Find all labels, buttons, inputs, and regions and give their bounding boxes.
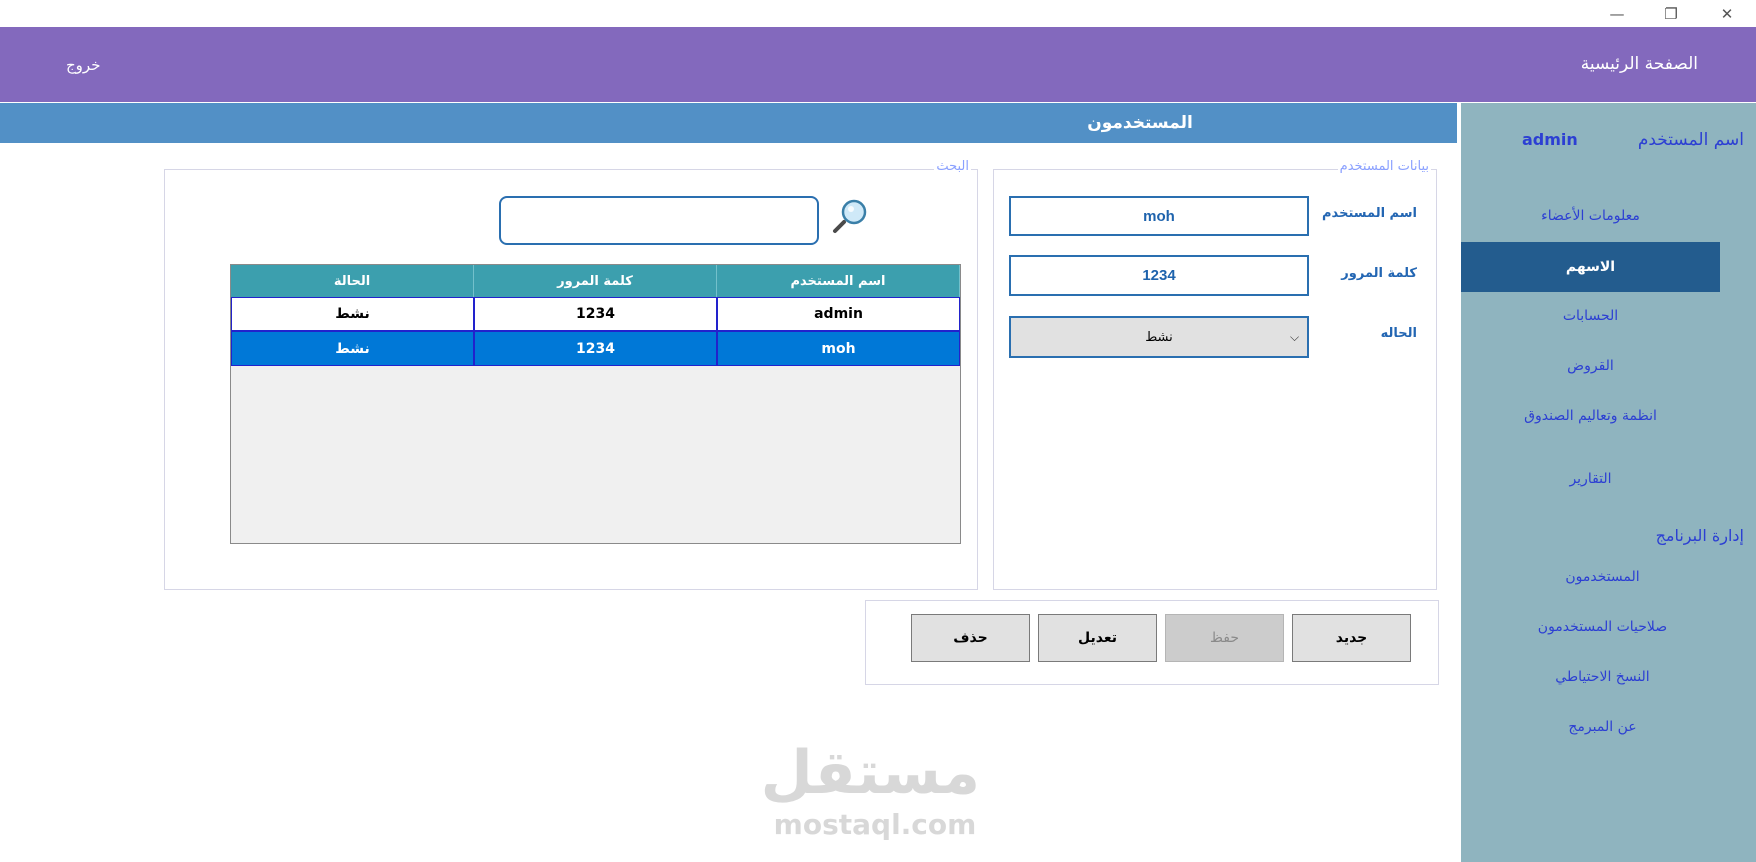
users-grid: اسم المستخدم كلمة المرور الحالة admin 12…: [230, 264, 961, 544]
table-row[interactable]: admin 1234 نشط: [231, 297, 960, 331]
sidebar-user-label: اسم المستخدم: [1637, 130, 1744, 150]
status-select[interactable]: نشط: [1009, 316, 1309, 358]
status-select-value: نشط: [1145, 329, 1173, 345]
sidebar-item-reports[interactable]: التقارير: [1461, 471, 1720, 487]
edit-button[interactable]: تعديل: [1038, 614, 1157, 662]
grid-header-status[interactable]: الحالة: [231, 265, 474, 297]
search-group-label: البحث: [934, 159, 971, 174]
grid-header-password[interactable]: كلمة المرور: [474, 265, 717, 297]
grid-header-username[interactable]: اسم المستخدم: [717, 265, 960, 297]
home-link[interactable]: الصفحة الرئيسية: [1581, 54, 1698, 74]
search-icon[interactable]: [832, 198, 870, 234]
delete-button[interactable]: حذف: [911, 614, 1030, 662]
password-input[interactable]: [1009, 255, 1309, 296]
table-row-selected[interactable]: moh 1234 نشط: [231, 331, 960, 366]
grid-cell-username[interactable]: moh: [717, 331, 960, 366]
grid-cell-status[interactable]: نشط: [231, 297, 474, 331]
window-titlebar: [0, 0, 1756, 27]
sidebar-item-about[interactable]: عن المبرمج: [1461, 719, 1744, 735]
top-bar: [0, 27, 1756, 102]
password-label: كلمة المرور: [1341, 266, 1417, 281]
grid-cell-password[interactable]: 1234: [474, 331, 717, 366]
sidebar-item-shares[interactable]: الاسهم: [1461, 242, 1720, 292]
grid-cell-password[interactable]: 1234: [474, 297, 717, 331]
minimize-icon: —: [1609, 4, 1625, 23]
username-input[interactable]: [1009, 196, 1309, 236]
exit-link[interactable]: خروج: [66, 56, 100, 74]
watermark-arabic: مستقل: [760, 738, 980, 808]
sidebar-item-user-permissions[interactable]: صلاحيات المستخدمون: [1461, 619, 1744, 635]
grid-header-row: اسم المستخدم كلمة المرور الحالة: [231, 265, 960, 297]
search-input[interactable]: [499, 196, 819, 245]
sidebar-item-loans[interactable]: القروض: [1461, 358, 1720, 374]
restore-icon: ❐: [1664, 4, 1678, 23]
sidebar-item-members[interactable]: معلومات الأعضاء: [1461, 208, 1720, 224]
username-label: اسم المستخدم: [1322, 206, 1417, 221]
close-button[interactable]: ✕: [1700, 0, 1754, 27]
sidebar-item-users[interactable]: المستخدمون: [1461, 569, 1744, 585]
grid-cell-status[interactable]: نشط: [231, 331, 474, 366]
watermark-english: mostaql.com: [773, 808, 977, 841]
new-button[interactable]: جديد: [1292, 614, 1411, 662]
sidebar-item-backup[interactable]: النسخ الاحتياطي: [1461, 669, 1744, 685]
sidebar-section-title: إدارة البرنامج: [1655, 526, 1744, 545]
restore-button[interactable]: ❐: [1644, 0, 1698, 27]
sidebar-user-value: admin: [1522, 130, 1578, 149]
close-icon: ✕: [1720, 4, 1734, 23]
status-label: الحاله: [1380, 326, 1417, 341]
minimize-button[interactable]: —: [1590, 0, 1644, 27]
save-button[interactable]: حفظ: [1165, 614, 1284, 662]
grid-cell-username[interactable]: admin: [717, 297, 960, 331]
sidebar-item-accounts[interactable]: الحسابات: [1461, 308, 1720, 324]
user-data-group-label: بيانات المستخدم: [1337, 159, 1431, 174]
chevron-down-icon[interactable]: ⌵: [1290, 330, 1299, 345]
sidebar-item-fund-rules[interactable]: انظمة وتعاليم الصندوق: [1461, 408, 1720, 424]
